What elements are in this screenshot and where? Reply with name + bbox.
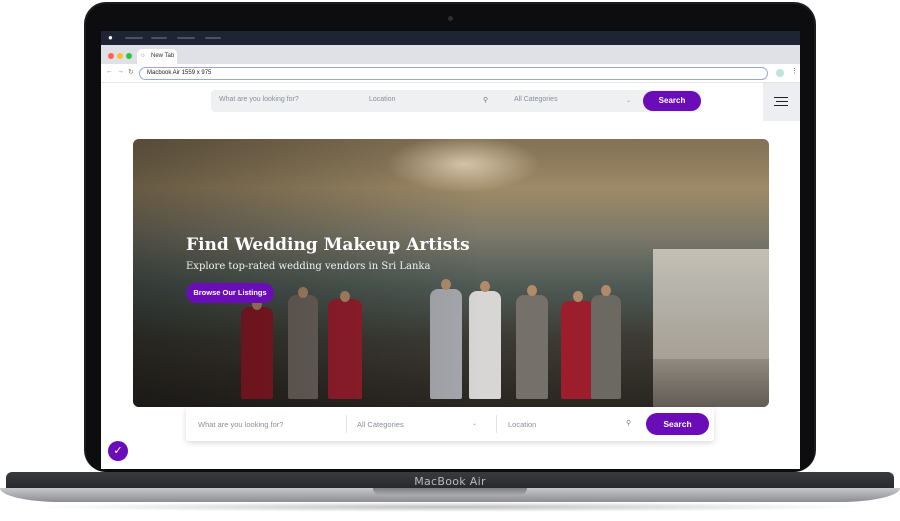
divider [346,415,347,433]
url-field[interactable]: Macbook Air 1559 x 975 [139,67,768,80]
browser-tab[interactable]: ○ New Tab [137,49,177,64]
header-location-input[interactable]: Location [369,96,395,103]
more-icon[interactable]: ⋮ [791,67,798,75]
header-search-input[interactable]: What are you looking for? [219,96,299,103]
main-location-input[interactable]: Location [508,420,536,429]
location-pin-icon: ⚲ [483,97,489,104]
profile-icon[interactable] [776,69,784,77]
chevron-down-icon: ⌄ [472,421,478,427]
main-category-select[interactable]: All Categories [357,420,404,429]
site-header: What are you looking for? Location ⚲ All… [101,83,800,121]
browse-listings-button[interactable]: Browse Our Listings [186,283,274,303]
maximize-window-icon[interactable] [126,53,132,59]
url-text: Macbook Air 1559 x 975 [147,70,212,76]
menubar-item[interactable] [205,37,221,39]
reload-icon[interactable]: ↻ [128,68,134,76]
menu-icon [774,97,788,99]
divider [496,415,497,433]
back-icon[interactable]: ← [106,68,113,75]
forward-icon[interactable]: → [117,68,124,75]
browser-tabbar: ○ New Tab [101,45,800,64]
camera-icon [448,16,453,21]
browser-address-bar: ← → ↻ Macbook Air 1559 x 975 ⋮ [101,64,800,83]
menu-icon [776,101,788,103]
close-window-icon[interactable] [108,53,114,59]
header-search-button[interactable]: Search [643,91,701,111]
globe-icon: ○ [141,53,145,59]
main-search-input[interactable]: What are you looking for? [198,420,283,429]
main-search-button[interactable]: Search [646,413,709,435]
os-menubar: ● [101,31,800,45]
menu-icon [774,105,788,107]
menubar-item[interactable] [151,37,167,39]
menubar-item[interactable] [125,37,143,39]
hamburger-menu-button[interactable] [763,83,800,121]
header-category-select[interactable]: All Categories [514,96,558,103]
screen: ● ○ New Tab ← → ↻ Macbook Air 1559 x 975… [101,31,800,469]
header-search-bar: What are you looking for? Location ⚲ All… [211,90,701,112]
minimize-window-icon[interactable] [117,53,123,59]
device-brand-label: MacBook Air [414,475,486,488]
laptop-shadow [30,502,870,512]
main-search-bar: What are you looking for? All Categories… [186,407,714,441]
chevron-down-icon: ⌄ [626,98,632,104]
accessibility-icon[interactable]: ✓ [108,441,128,461]
hero-subtitle: Explore top-rated wedding vendors in Sri… [186,261,431,272]
hero-banner: Find Wedding Makeup Artists Explore top-… [133,139,769,407]
menubar-item[interactable] [177,37,195,39]
location-pin-icon: ⚲ [626,420,632,427]
apple-icon[interactable]: ● [108,33,113,42]
hero-title: Find Wedding Makeup Artists [186,235,470,255]
tab-title: New Tab [151,53,175,59]
laptop-notch [373,488,527,495]
hero-overlay [133,139,769,407]
